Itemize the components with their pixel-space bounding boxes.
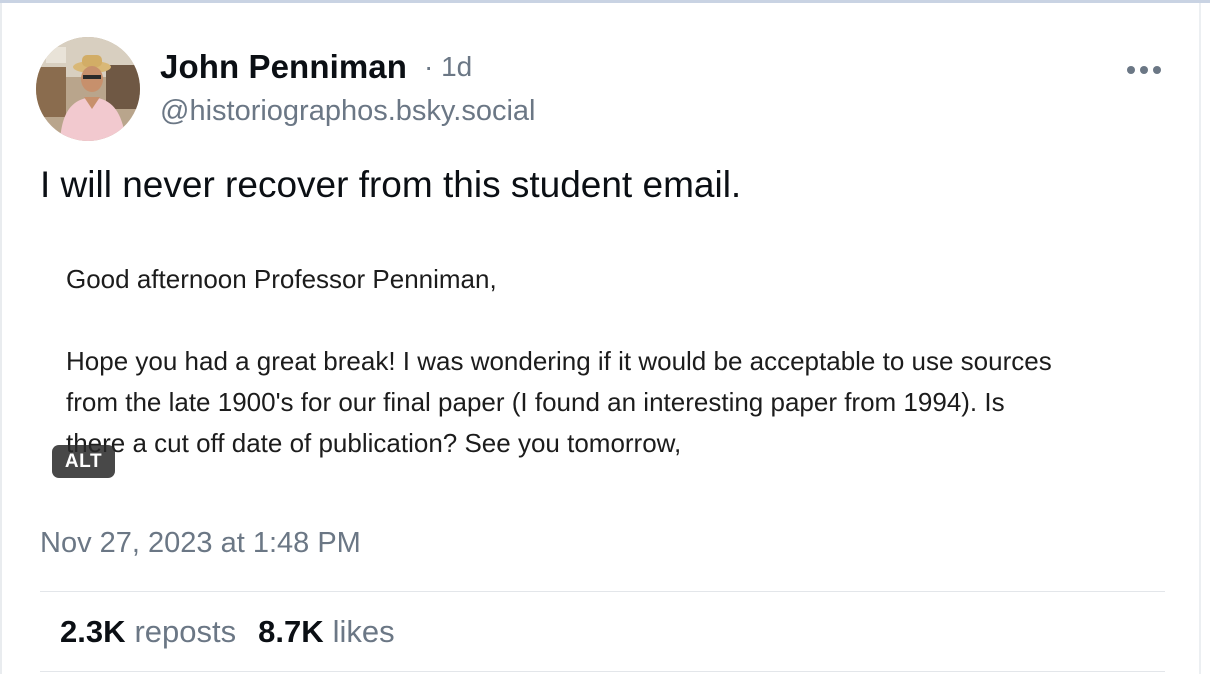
right-edge-border xyxy=(1199,3,1201,674)
reposts-label: reposts xyxy=(134,614,237,649)
left-edge-border xyxy=(0,3,2,674)
email-body-line: from the late 1900's for our final paper… xyxy=(66,387,1005,417)
email-body-line: there a cut off date of publication? See… xyxy=(66,428,682,458)
top-edge-divider xyxy=(0,0,1210,3)
email-body-line: Hope you had a great break! I was wonder… xyxy=(66,346,1052,376)
more-horizontal-icon xyxy=(1127,66,1161,74)
embedded-image[interactable]: Good afternoon Professor Penniman, Hope … xyxy=(40,230,1165,496)
engagement-stats: 2.3K reposts 8.7K likes xyxy=(60,614,395,650)
post-timestamp: Nov 27, 2023 at 1:48 PM xyxy=(40,527,361,559)
email-greeting: Good afternoon Professor Penniman, xyxy=(66,264,497,294)
stats-divider xyxy=(40,591,1165,592)
more-options-button[interactable] xyxy=(1118,56,1170,84)
likes-stat[interactable]: 8.7K likes xyxy=(258,614,395,650)
alt-text-badge[interactable]: ALT xyxy=(52,445,115,478)
post-text: I will never recover from this student e… xyxy=(40,164,742,205)
likes-count: 8.7K xyxy=(258,614,324,649)
reposts-count: 2.3K xyxy=(60,614,126,649)
likes-label: likes xyxy=(332,614,395,649)
post-thread-view: John Penniman · 1d @historiographos.bsky… xyxy=(0,0,1210,674)
post-relative-time[interactable]: · 1d xyxy=(424,51,472,83)
author-handle[interactable]: @historiographos.bsky.social xyxy=(160,95,535,128)
avatar-photo xyxy=(36,37,140,141)
avatar[interactable] xyxy=(36,37,140,141)
author-name[interactable]: John Penniman xyxy=(160,48,407,86)
reposts-stat[interactable]: 2.3K reposts xyxy=(60,614,236,650)
bottom-divider xyxy=(40,671,1165,672)
